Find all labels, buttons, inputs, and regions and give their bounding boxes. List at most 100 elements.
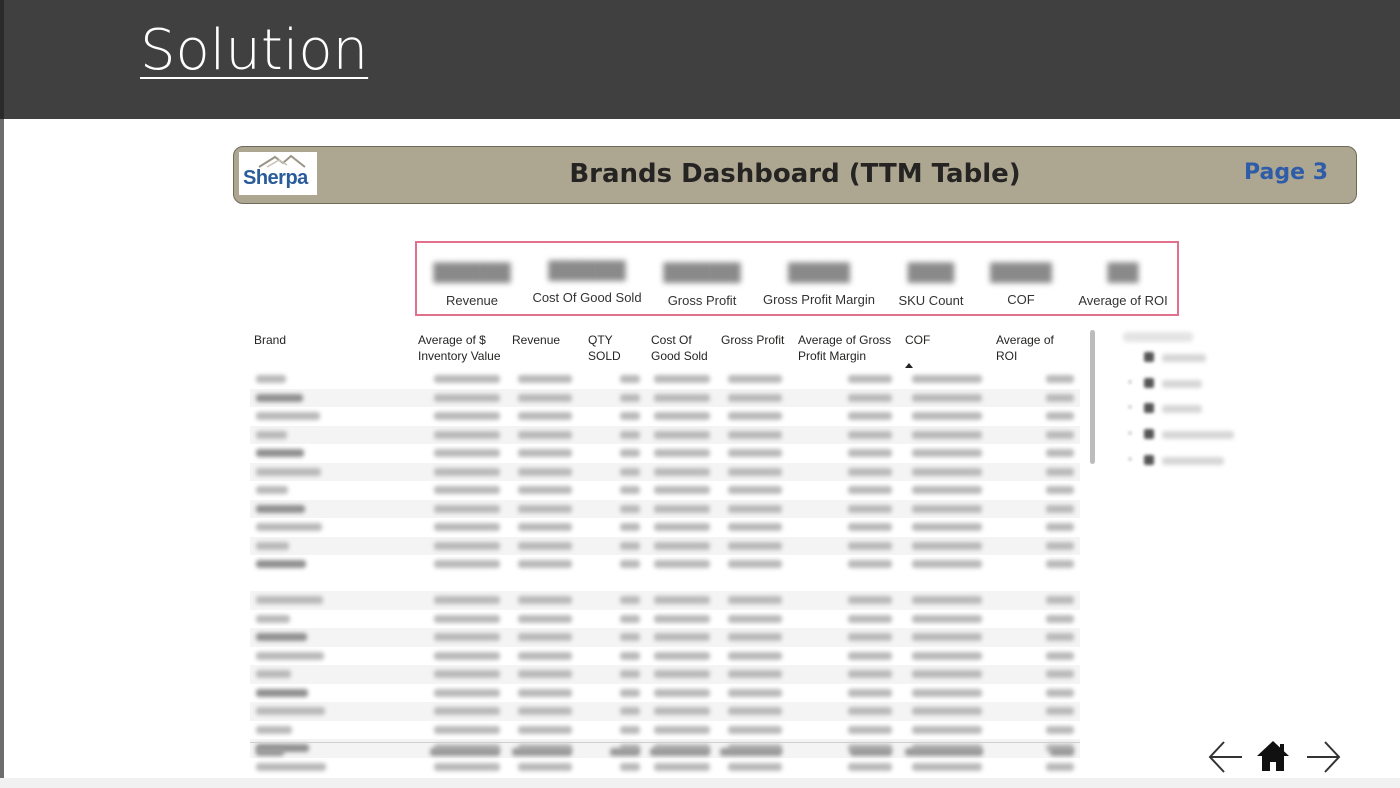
- checkbox-icon[interactable]: [1144, 455, 1154, 465]
- table-cell: [434, 449, 500, 457]
- kpi-label: Gross Profit: [667, 293, 737, 308]
- table-cell: [848, 449, 892, 457]
- table-row[interactable]: [250, 721, 1080, 740]
- header-average-roi[interactable]: Average of ROI: [996, 332, 1078, 364]
- kpi-value: ▇▇▇▇: [788, 261, 850, 283]
- table-cell: [848, 523, 892, 531]
- table-cell: [434, 375, 500, 383]
- table-row[interactable]: [250, 665, 1080, 684]
- table-scrollbar[interactable]: [1090, 330, 1095, 464]
- expand-icon[interactable]: [1128, 457, 1132, 461]
- table-body: [250, 370, 1080, 776]
- table-cell: [848, 707, 892, 715]
- kpi-sku-count[interactable]: ▇▇▇ SKU Count: [889, 243, 973, 314]
- header-gross-profit[interactable]: Gross Profit: [721, 332, 791, 348]
- table-cell: [620, 523, 640, 531]
- table-cell: [848, 560, 892, 568]
- table-cell: [434, 596, 500, 604]
- kpi-gross-profit-margin[interactable]: ▇▇▇▇ Gross Profit Margin: [757, 243, 881, 314]
- slicer-label: [1162, 457, 1224, 465]
- table-cell: [912, 430, 982, 439]
- checkbox-icon[interactable]: [1144, 429, 1154, 439]
- table-row[interactable]: [250, 499, 1080, 518]
- header-revenue[interactable]: Revenue: [512, 332, 582, 348]
- kpi-average-roi[interactable]: ▇▇ Average of ROI: [1073, 243, 1173, 314]
- table-row[interactable]: [250, 610, 1080, 629]
- left-edge: [0, 119, 4, 788]
- header-avg-inventory-value[interactable]: Average of $ Inventory Value: [418, 332, 508, 364]
- table-cell: [1046, 504, 1074, 513]
- table-cell: [256, 560, 306, 568]
- table-row[interactable]: [250, 684, 1080, 703]
- header-cof[interactable]: COF: [905, 332, 955, 348]
- table-row[interactable]: [250, 481, 1080, 500]
- table-cell: [912, 633, 982, 641]
- checkbox-icon[interactable]: [1144, 378, 1154, 388]
- sort-ascending-icon: [905, 363, 913, 368]
- table-row[interactable]: [250, 370, 1080, 389]
- table-row[interactable]: [250, 388, 1080, 407]
- table-cell: [912, 412, 982, 420]
- table-cell: [912, 560, 982, 568]
- arrow-right-icon[interactable]: [1304, 738, 1342, 776]
- table-cell: [728, 725, 782, 734]
- table-row[interactable]: [250, 555, 1080, 591]
- table-cell: [620, 375, 640, 383]
- table-cell: [434, 393, 500, 402]
- table-row[interactable]: [250, 444, 1080, 463]
- table-cell: [848, 688, 892, 697]
- table-cell: [728, 375, 782, 383]
- table-cell: [434, 467, 500, 476]
- header-avg-gross-profit-margin[interactable]: Average of Gross Profit Margin: [798, 332, 898, 364]
- kpi-cof[interactable]: ▇▇▇▇ COF: [979, 243, 1063, 314]
- table-cell: [434, 688, 500, 697]
- table-cell: [912, 449, 982, 457]
- table-row[interactable]: [250, 628, 1080, 647]
- table-cell: [518, 504, 572, 513]
- table-cell: [620, 486, 640, 494]
- table-cell: [620, 725, 640, 734]
- header-cost-of-good-sold[interactable]: Cost Of Good Sold: [651, 332, 711, 364]
- table-cell: [512, 748, 572, 756]
- home-icon[interactable]: [1255, 738, 1291, 774]
- header-brand[interactable]: Brand: [254, 332, 404, 348]
- table-row[interactable]: [250, 518, 1080, 537]
- table-row[interactable]: [250, 425, 1080, 444]
- checkbox-icon[interactable]: [1144, 352, 1154, 362]
- table-cell: [620, 688, 640, 697]
- table-cell: [434, 762, 500, 771]
- table-cell: [654, 596, 710, 604]
- arrow-left-icon[interactable]: [1207, 738, 1245, 776]
- table-row[interactable]: [250, 536, 1080, 555]
- kpi-value: ▇▇▇▇▇: [548, 259, 626, 281]
- table-row[interactable]: [250, 407, 1080, 426]
- table-cell: [848, 651, 892, 660]
- expand-icon[interactable]: [1128, 380, 1132, 384]
- table-row[interactable]: [250, 591, 1080, 610]
- kpi-cogs[interactable]: ▇▇▇▇▇ Cost Of Good Sold: [527, 243, 647, 314]
- table-row[interactable]: [250, 702, 1080, 721]
- table-cell: [256, 707, 325, 715]
- table-cell: [912, 523, 982, 531]
- table-cell: [848, 670, 892, 678]
- table-cell: [620, 596, 640, 604]
- table-cell: [434, 670, 500, 678]
- header-qty-sold[interactable]: QTY SOLD: [588, 332, 648, 364]
- kpi-revenue[interactable]: ▇▇▇▇▇ Revenue: [427, 243, 517, 314]
- expand-icon[interactable]: [1128, 431, 1132, 435]
- kpi-gross-profit[interactable]: ▇▇▇▇▇ Gross Profit: [655, 243, 749, 314]
- table-row[interactable]: [250, 462, 1080, 481]
- expand-icon[interactable]: [1128, 405, 1132, 409]
- table-cell: [256, 541, 289, 550]
- table-cell: [1046, 449, 1074, 457]
- table-cell: [728, 523, 782, 531]
- table-cell: [430, 748, 500, 756]
- checkbox-icon[interactable]: [1144, 403, 1154, 413]
- table-cell: [518, 449, 572, 457]
- table-cell: [720, 748, 782, 756]
- table-cell: [912, 486, 982, 494]
- table-cell: [620, 762, 640, 771]
- table-row[interactable]: [250, 647, 1080, 666]
- table-cell: [848, 393, 892, 402]
- table-cell: [518, 633, 572, 641]
